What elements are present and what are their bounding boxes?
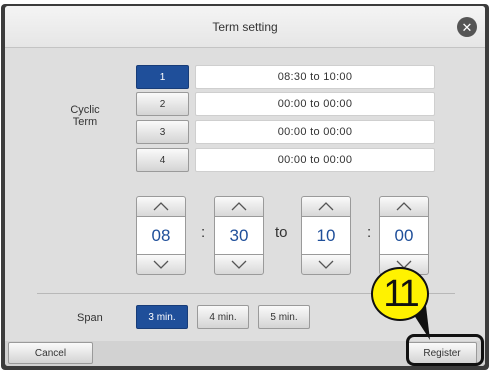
start-minute-down-button[interactable] [214, 254, 264, 275]
end-hour-value: 10 [301, 217, 351, 254]
term-select-button-4[interactable]: 4 [136, 148, 189, 172]
span-option-4min[interactable]: 4 min. [197, 305, 249, 329]
dialog-title: Term setting [212, 19, 278, 34]
to-label: to [275, 224, 288, 241]
start-hour-spinner: 08 [136, 196, 186, 275]
end-hour-up-button[interactable] [301, 196, 351, 217]
end-time-colon: : [367, 224, 372, 241]
start-hour-value: 08 [136, 217, 186, 254]
end-minute-spinner: 00 [379, 196, 429, 275]
chevron-up-icon [153, 202, 169, 211]
term-select-button-2[interactable]: 2 [136, 92, 189, 116]
term-value-4: 00:00 to 00:00 [195, 148, 435, 172]
chevron-down-icon [231, 260, 247, 269]
cancel-button[interactable]: Cancel [8, 342, 93, 364]
term-select-button-1[interactable]: 1 [136, 65, 189, 89]
start-minute-spinner: 30 [214, 196, 264, 275]
register-highlight-ring [406, 334, 484, 366]
chevron-down-icon [153, 260, 169, 269]
end-minute-up-button[interactable] [379, 196, 429, 217]
cyclic-label-line2: Term [72, 116, 98, 128]
chevron-down-icon [318, 260, 334, 269]
chevron-up-icon [318, 202, 334, 211]
chevron-up-icon [231, 202, 247, 211]
term-value-2: 00:00 to 00:00 [195, 92, 435, 116]
term-value-3: 00:00 to 00:00 [195, 120, 435, 144]
span-option-3min[interactable]: 3 min. [136, 305, 188, 329]
cyclic-term-label: Cyclic Term [55, 104, 115, 128]
start-hour-up-button[interactable] [136, 196, 186, 217]
span-option-5min[interactable]: 5 min. [258, 305, 310, 329]
close-icon[interactable]: ✕ [457, 17, 477, 37]
end-hour-spinner: 10 [301, 196, 351, 275]
end-minute-value: 00 [379, 217, 429, 254]
start-minute-value: 30 [214, 217, 264, 254]
term-select-button-3[interactable]: 3 [136, 120, 189, 144]
end-hour-down-button[interactable] [301, 254, 351, 275]
start-time-colon: : [201, 224, 206, 241]
start-minute-up-button[interactable] [214, 196, 264, 217]
start-hour-down-button[interactable] [136, 254, 186, 275]
chevron-up-icon [396, 202, 412, 211]
span-label: Span [77, 312, 103, 324]
term-value-1: 08:30 to 10:00 [195, 65, 435, 89]
dialog-titlebar: Term setting [5, 6, 485, 48]
step-number-badge: 11 [371, 267, 429, 321]
cyclic-label-line1: Cyclic [70, 104, 100, 116]
